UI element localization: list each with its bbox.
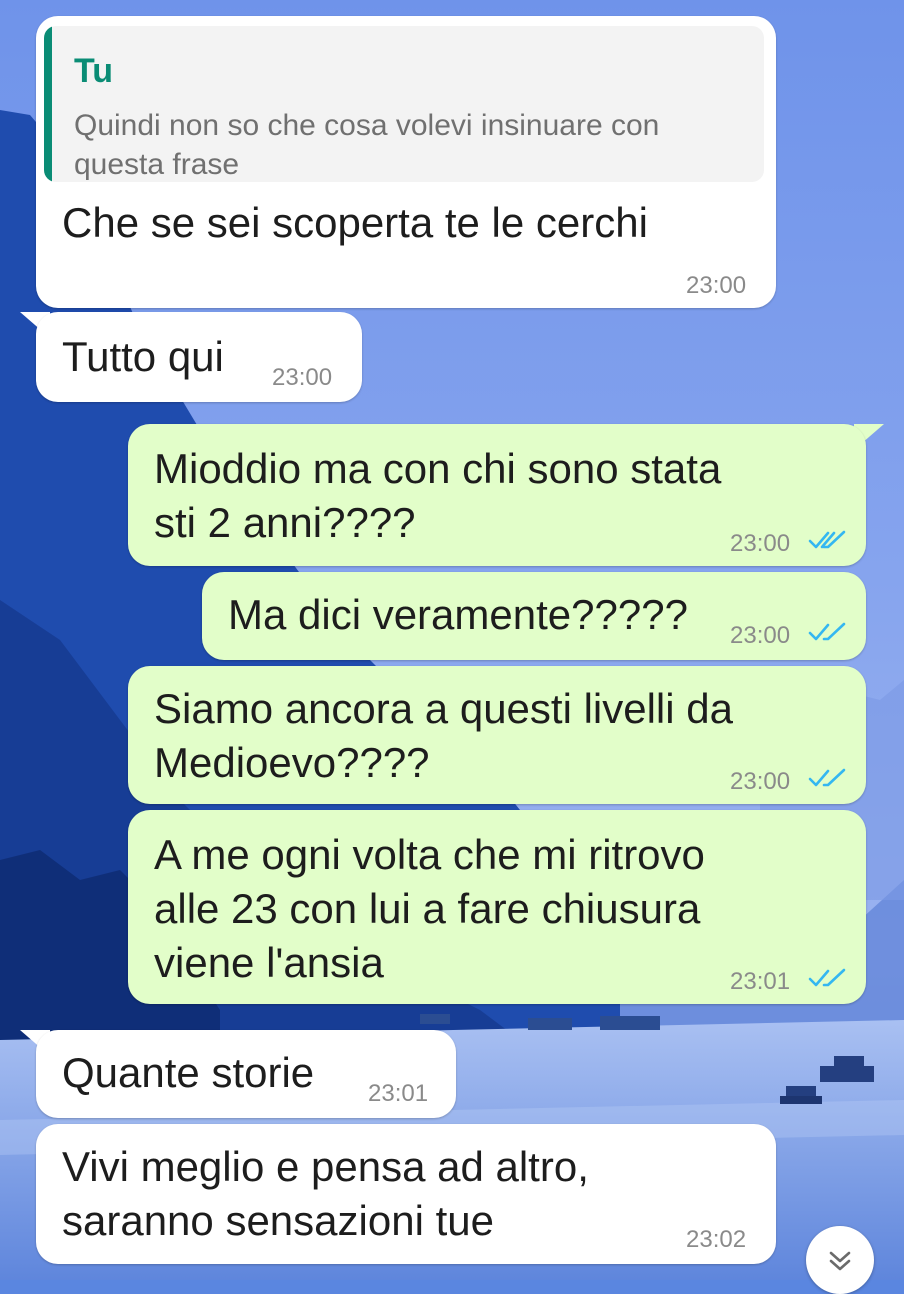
message-time: 23:01 bbox=[730, 968, 791, 995]
message-time: 23:00 bbox=[272, 364, 333, 391]
double-check-icon bbox=[808, 968, 846, 987]
message-bubble-incoming[interactable]: Tutto qui 23:00 bbox=[36, 312, 362, 402]
message-text: Ma dici veramente????? bbox=[228, 591, 688, 638]
message-time: 23:01 bbox=[368, 1080, 429, 1107]
message-bubble-outgoing[interactable]: A me ogni volta che mi ritrovo alle 23 c… bbox=[128, 810, 866, 1004]
message-time: 23:00 bbox=[730, 622, 791, 649]
message-time: 23:02 bbox=[686, 1226, 747, 1253]
message-text: Vivi meglio e pensa ad altro, bbox=[62, 1143, 589, 1190]
message-bubble-outgoing[interactable]: Ma dici veramente????? 23:00 bbox=[202, 572, 866, 660]
message-text: viene l'ansia bbox=[154, 939, 384, 986]
message-bubble-incoming[interactable]: Quante storie 23:01 bbox=[36, 1030, 456, 1118]
message-bubble-outgoing[interactable]: Mioddio ma con chi sono stata sti 2 anni… bbox=[128, 424, 866, 566]
message-text: Mioddio ma con chi sono stata bbox=[154, 445, 722, 492]
message-text: Siamo ancora a questi livelli da bbox=[154, 685, 733, 732]
message-bubble-incoming[interactable]: Tu Quindi non so che cosa volevi insinua… bbox=[36, 16, 776, 308]
message-text: Quante storie bbox=[62, 1049, 315, 1096]
reply-quote[interactable]: Tu Quindi non so che cosa volevi insinua… bbox=[44, 26, 764, 182]
double-check-icon bbox=[808, 768, 846, 787]
message-text: alle 23 con lui a fare chiusura bbox=[154, 885, 701, 932]
reply-text: Quindi non so che cosa volevi insinuare … bbox=[74, 106, 754, 182]
message-text: Medioevo???? bbox=[154, 739, 430, 786]
message-bubble-outgoing[interactable]: Siamo ancora a questi livelli da Medioev… bbox=[128, 666, 866, 804]
message-text: A me ogni volta che mi ritrovo bbox=[154, 831, 705, 878]
reply-text-line: Quindi non so che cosa volevi insinuare … bbox=[74, 109, 660, 142]
message-text: saranno sensazioni tue bbox=[62, 1197, 494, 1244]
double-chevron-down-icon bbox=[829, 1251, 851, 1271]
scroll-to-bottom-button[interactable] bbox=[806, 1226, 874, 1294]
message-time: 23:00 bbox=[730, 768, 791, 795]
message-text: Che se sei scoperta te le cerchi bbox=[62, 199, 648, 246]
double-check-icon bbox=[808, 622, 846, 641]
message-text: Tutto qui bbox=[62, 333, 224, 380]
message-time: 23:00 bbox=[686, 272, 747, 299]
double-check-icon bbox=[808, 530, 846, 549]
message-bubble-incoming[interactable]: Vivi meglio e pensa ad altro, saranno se… bbox=[36, 1124, 776, 1264]
reply-accent-bar bbox=[44, 26, 52, 182]
message-time: 23:00 bbox=[730, 530, 791, 557]
reply-author: Tu bbox=[74, 52, 114, 90]
reply-text-line: questa frase bbox=[74, 148, 240, 181]
message-text: sti 2 anni???? bbox=[154, 499, 416, 546]
